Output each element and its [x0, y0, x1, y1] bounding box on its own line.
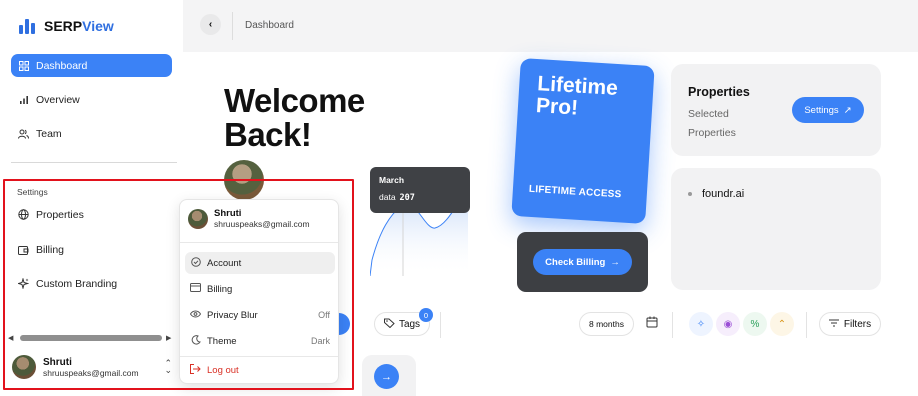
toolbar-divider: [806, 312, 807, 338]
user-menu-trigger[interactable]: Shruti shruuspeaks@gmail.com ⌃ ⌄: [12, 350, 172, 384]
logo-icon: [18, 16, 38, 36]
scrollbar-thumb[interactable]: [20, 335, 162, 341]
list-item[interactable]: foundr.ai: [688, 188, 744, 200]
tag-icon: [383, 318, 395, 331]
wallet-icon: [18, 244, 29, 255]
toolbar-divider: [440, 312, 441, 338]
eye-filter-chip[interactable]: ◉: [716, 312, 740, 336]
sparkle-icon: [18, 278, 29, 289]
sites-card: foundr.ai: [671, 168, 881, 290]
globe-icon: [18, 209, 29, 220]
user-name: Shruti: [43, 356, 72, 368]
chevrons-up-filter-chip[interactable]: ⌃: [770, 312, 794, 336]
logout-icon: [190, 363, 201, 377]
sidebar-item-label: Team: [36, 127, 62, 140]
range-selector[interactable]: 8 months: [579, 312, 634, 336]
sparkle-icon: ✧: [696, 318, 706, 330]
logout-menu-item[interactable]: Log out: [185, 359, 335, 381]
chevron-up-down-icon: ⌃ ⌄: [164, 358, 172, 375]
eye-icon: [189, 310, 202, 321]
sidebar-item-label: Custom Branding: [36, 277, 118, 290]
tags-count-badge: 0: [419, 308, 433, 322]
settings-button[interactable]: Settings ↗: [792, 97, 864, 123]
brand-name: SERPView: [44, 18, 114, 34]
moon-icon: [190, 334, 201, 348]
sidebar-item-billing[interactable]: Billing: [11, 238, 172, 261]
user-email: shruuspeaks@gmail.com: [43, 367, 139, 378]
percent-icon: %: [750, 318, 760, 330]
page-title: Welcome Back!: [224, 82, 365, 153]
sidebar-item-team[interactable]: Team: [11, 122, 172, 145]
account-icon: [190, 256, 201, 270]
check-billing-button[interactable]: Check Billing →: [533, 249, 632, 275]
chevrons-up-icon: ⌃: [777, 318, 787, 330]
sidebar-item-overview[interactable]: Overview: [11, 88, 172, 111]
sidebar-item-custom-branding[interactable]: Custom Branding: [11, 272, 172, 295]
chart-tooltip: March data 207: [370, 167, 470, 213]
properties-title: Properties: [688, 85, 750, 99]
breadcrumb: Dashboard: [245, 20, 294, 31]
topbar-divider: [232, 12, 233, 40]
user-dropdown-menu: Shruti shruuspeaks@gmail.com Account Bil…: [179, 199, 339, 384]
bar-chart-icon: [18, 94, 29, 105]
credit-card-icon: [190, 283, 201, 295]
sidebar-item-label: Billing: [36, 243, 65, 256]
avatar: [224, 160, 264, 200]
sidebar-item-dashboard[interactable]: Dashboard: [11, 54, 172, 77]
menu-item-privacy-blur[interactable]: Privacy Blur Off: [185, 304, 335, 326]
sidebar-item-label: Overview: [36, 93, 80, 106]
properties-card: Properties Selected Properties Settings ↗: [671, 64, 881, 156]
popup-user-email: shruuspeaks@gmail.com: [214, 219, 310, 229]
arrow-right-icon: →: [381, 370, 392, 383]
menu-item-billing[interactable]: Billing: [185, 278, 335, 300]
menu-item-account[interactable]: Account: [185, 252, 335, 274]
top-bar: ‹ Dashboard: [183, 0, 918, 52]
calendar-icon[interactable]: [645, 316, 659, 330]
properties-subtitle: Selected Properties: [688, 108, 736, 139]
sidebar-horizontal-scrollbar[interactable]: ◀ ▶: [8, 333, 174, 343]
scroll-left-icon[interactable]: ◀: [8, 334, 16, 342]
avatar: [188, 208, 208, 229]
bullet-icon: [688, 192, 692, 196]
eye-icon: ◉: [723, 318, 733, 330]
filters-button[interactable]: Filters: [819, 312, 881, 336]
arrow-right-icon: →: [610, 256, 620, 268]
menu-divider: [180, 356, 338, 357]
sidebar-divider: [11, 162, 177, 163]
arrow-up-right-icon: ↗: [843, 104, 852, 116]
popup-user-header: Shruti shruuspeaks@gmail.com: [188, 208, 310, 229]
sidebar: SERPView Dashboard Overview Team Setting…: [0, 0, 183, 396]
billing-card: Check Billing →: [517, 232, 648, 292]
toolbar-divider: [672, 312, 673, 338]
grid-icon: [18, 60, 29, 71]
lifetime-pro-card: Lifetime Pro! LIFETIME ACCESS: [511, 58, 655, 224]
menu-item-theme[interactable]: Theme Dark: [185, 330, 335, 352]
sidebar-item-properties[interactable]: Properties: [11, 203, 172, 226]
go-button[interactable]: →: [374, 364, 399, 389]
percent-filter-chip[interactable]: %: [743, 312, 767, 336]
sparkle-filter-chip[interactable]: ✧: [689, 312, 713, 336]
settings-section-title: Settings: [17, 187, 48, 197]
lifetime-access-label: LIFETIME ACCESS: [528, 183, 622, 201]
sidebar-item-label: Dashboard: [36, 59, 88, 72]
privacy-blur-state: Off: [318, 310, 330, 320]
back-button[interactable]: ‹: [200, 14, 221, 35]
filter-lines-icon: [828, 319, 839, 330]
brand-logo[interactable]: SERPView: [18, 16, 114, 36]
sidebar-item-label: Properties: [36, 208, 84, 221]
popup-user-name: Shruti: [214, 208, 242, 219]
chevron-left-icon: ‹: [208, 19, 213, 30]
users-icon: [18, 128, 29, 139]
scroll-right-icon[interactable]: ▶: [166, 334, 174, 342]
theme-state: Dark: [310, 336, 330, 346]
avatar: [12, 355, 36, 379]
menu-divider: [180, 242, 338, 243]
